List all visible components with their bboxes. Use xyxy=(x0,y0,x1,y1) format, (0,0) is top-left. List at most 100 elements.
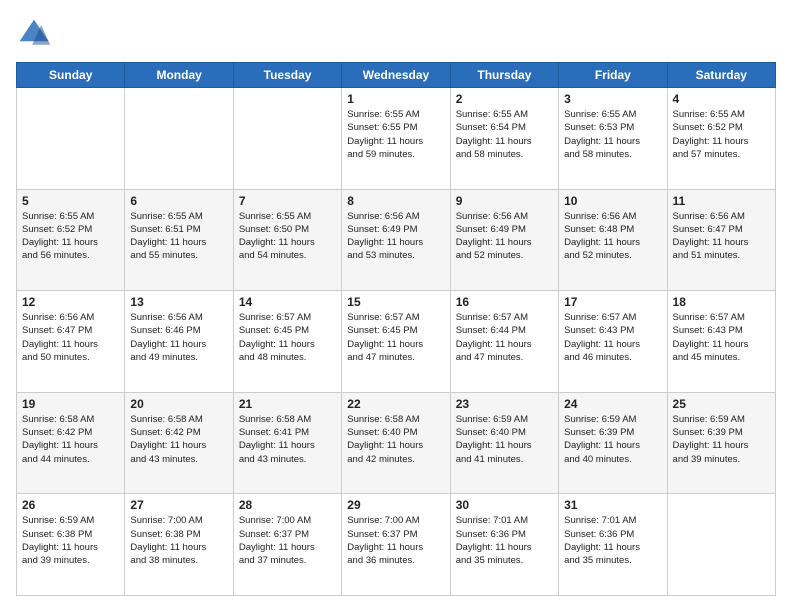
week-row-5: 26Sunrise: 6:59 AM Sunset: 6:38 PM Dayli… xyxy=(17,494,776,596)
day-info: Sunrise: 6:57 AM Sunset: 6:45 PM Dayligh… xyxy=(347,311,444,364)
day-info: Sunrise: 7:01 AM Sunset: 6:36 PM Dayligh… xyxy=(456,514,553,567)
calendar-cell: 24 Sunrise: 6:59 AM Sunset: 6:39 PM Dayli… xyxy=(559,392,667,494)
day-number: 20 xyxy=(130,397,227,411)
day-number: 7 xyxy=(239,194,336,208)
day-number: 3 xyxy=(564,92,661,106)
calendar-cell: 11 Sunrise: 6:56 AM Sunset: 6:47 PM Dayli… xyxy=(667,189,775,291)
calendar-cell: 19 Sunrise: 6:58 AM Sunset: 6:42 PM Dayli… xyxy=(17,392,125,494)
week-row-1: 1Sunrise: 6:55 AM Sunset: 6:55 PM Daylig… xyxy=(17,88,776,190)
day-header-monday: Monday xyxy=(125,63,233,88)
calendar-cell: 21 Sunrise: 6:58 AM Sunset: 6:41 PM Dayli… xyxy=(233,392,341,494)
calendar-cell: 8 Sunrise: 6:56 AM Sunset: 6:49 PM Daylig… xyxy=(342,189,450,291)
calendar-cell: 29 Sunrise: 7:00 AM Sunset: 6:37 PM Dayli… xyxy=(342,494,450,596)
calendar-cell: 28Sunrise: 7:00 AM Sunset: 6:37 PM Dayli… xyxy=(233,494,341,596)
calendar-cell: 25Sunrise: 6:59 AM Sunset: 6:39 PM Dayli… xyxy=(667,392,775,494)
calendar-cell: 30 Sunrise: 7:01 AM Sunset: 6:36 PM Dayli… xyxy=(450,494,558,596)
day-number: 30 xyxy=(456,498,553,512)
calendar-cell: 9Sunrise: 6:56 AM Sunset: 6:49 PM Daylig… xyxy=(450,189,558,291)
day-number: 21 xyxy=(239,397,336,411)
calendar-cell: 12 Sunrise: 6:56 AM Sunset: 6:47 PM Dayli… xyxy=(17,291,125,393)
header xyxy=(16,16,776,52)
day-number: 24 xyxy=(564,397,661,411)
day-info: Sunrise: 6:55 AM Sunset: 6:52 PM Dayligh… xyxy=(22,210,119,263)
calendar-cell: 26Sunrise: 6:59 AM Sunset: 6:38 PM Dayli… xyxy=(17,494,125,596)
day-info: Sunrise: 7:00 AM Sunset: 6:38 PM Dayligh… xyxy=(130,514,227,567)
day-info: Sunrise: 6:56 AM Sunset: 6:48 PM Dayligh… xyxy=(564,210,661,263)
logo xyxy=(16,16,56,52)
calendar-cell: 20 Sunrise: 6:58 AM Sunset: 6:42 PM Dayli… xyxy=(125,392,233,494)
day-info: Sunrise: 6:55 AM Sunset: 6:52 PM Dayligh… xyxy=(673,108,770,161)
day-info: Sunrise: 6:55 AM Sunset: 6:55 PM Dayligh… xyxy=(347,108,444,161)
day-info: Sunrise: 6:56 AM Sunset: 6:49 PM Dayligh… xyxy=(347,210,444,263)
header-row: SundayMondayTuesdayWednesdayThursdayFrid… xyxy=(17,63,776,88)
calendar-table: SundayMondayTuesdayWednesdayThursdayFrid… xyxy=(16,62,776,596)
day-info: Sunrise: 6:59 AM Sunset: 6:39 PM Dayligh… xyxy=(673,413,770,466)
day-number: 8 xyxy=(347,194,444,208)
day-header-thursday: Thursday xyxy=(450,63,558,88)
day-info: Sunrise: 6:57 AM Sunset: 6:43 PM Dayligh… xyxy=(673,311,770,364)
day-number: 11 xyxy=(673,194,770,208)
day-info: Sunrise: 7:00 AM Sunset: 6:37 PM Dayligh… xyxy=(347,514,444,567)
calendar-cell: 7Sunrise: 6:55 AM Sunset: 6:50 PM Daylig… xyxy=(233,189,341,291)
day-number: 14 xyxy=(239,295,336,309)
day-info: Sunrise: 6:56 AM Sunset: 6:47 PM Dayligh… xyxy=(673,210,770,263)
calendar-cell: 18 Sunrise: 6:57 AM Sunset: 6:43 PM Dayli… xyxy=(667,291,775,393)
day-info: Sunrise: 6:55 AM Sunset: 6:51 PM Dayligh… xyxy=(130,210,227,263)
day-info: Sunrise: 6:58 AM Sunset: 6:41 PM Dayligh… xyxy=(239,413,336,466)
week-row-2: 5Sunrise: 6:55 AM Sunset: 6:52 PM Daylig… xyxy=(17,189,776,291)
calendar-cell: 17 Sunrise: 6:57 AM Sunset: 6:43 PM Dayli… xyxy=(559,291,667,393)
day-header-wednesday: Wednesday xyxy=(342,63,450,88)
day-number: 13 xyxy=(130,295,227,309)
day-info: Sunrise: 6:59 AM Sunset: 6:39 PM Dayligh… xyxy=(564,413,661,466)
calendar-cell xyxy=(667,494,775,596)
calendar-cell xyxy=(233,88,341,190)
calendar-cell: 22 Sunrise: 6:58 AM Sunset: 6:40 PM Dayli… xyxy=(342,392,450,494)
calendar-cell: 10 Sunrise: 6:56 AM Sunset: 6:48 PM Dayli… xyxy=(559,189,667,291)
calendar-cell xyxy=(17,88,125,190)
day-info: Sunrise: 6:58 AM Sunset: 6:40 PM Dayligh… xyxy=(347,413,444,466)
day-number: 19 xyxy=(22,397,119,411)
day-info: Sunrise: 6:58 AM Sunset: 6:42 PM Dayligh… xyxy=(22,413,119,466)
day-info: Sunrise: 6:56 AM Sunset: 6:49 PM Dayligh… xyxy=(456,210,553,263)
day-number: 16 xyxy=(456,295,553,309)
calendar-cell: 16Sunrise: 6:57 AM Sunset: 6:44 PM Dayli… xyxy=(450,291,558,393)
day-info: Sunrise: 6:57 AM Sunset: 6:43 PM Dayligh… xyxy=(564,311,661,364)
day-number: 18 xyxy=(673,295,770,309)
page: SundayMondayTuesdayWednesdayThursdayFrid… xyxy=(0,0,792,612)
calendar-cell: 27 Sunrise: 7:00 AM Sunset: 6:38 PM Dayli… xyxy=(125,494,233,596)
calendar-cell: 15 Sunrise: 6:57 AM Sunset: 6:45 PM Dayli… xyxy=(342,291,450,393)
calendar-cell: 3 Sunrise: 6:55 AM Sunset: 6:53 PM Daylig… xyxy=(559,88,667,190)
day-number: 12 xyxy=(22,295,119,309)
calendar-cell: 13 Sunrise: 6:56 AM Sunset: 6:46 PM Dayli… xyxy=(125,291,233,393)
day-info: Sunrise: 6:59 AM Sunset: 6:38 PM Dayligh… xyxy=(22,514,119,567)
day-header-friday: Friday xyxy=(559,63,667,88)
calendar-cell: 23 Sunrise: 6:59 AM Sunset: 6:40 PM Dayli… xyxy=(450,392,558,494)
day-number: 10 xyxy=(564,194,661,208)
calendar-cell: 1Sunrise: 6:55 AM Sunset: 6:55 PM Daylig… xyxy=(342,88,450,190)
day-info: Sunrise: 6:55 AM Sunset: 6:54 PM Dayligh… xyxy=(456,108,553,161)
calendar-cell: 31Sunrise: 7:01 AM Sunset: 6:36 PM Dayli… xyxy=(559,494,667,596)
calendar-cell: 6 Sunrise: 6:55 AM Sunset: 6:51 PM Daylig… xyxy=(125,189,233,291)
day-header-saturday: Saturday xyxy=(667,63,775,88)
day-info: Sunrise: 6:55 AM Sunset: 6:53 PM Dayligh… xyxy=(564,108,661,161)
day-number: 17 xyxy=(564,295,661,309)
day-number: 15 xyxy=(347,295,444,309)
calendar-cell: 2 Sunrise: 6:55 AM Sunset: 6:54 PM Daylig… xyxy=(450,88,558,190)
day-header-tuesday: Tuesday xyxy=(233,63,341,88)
week-row-3: 12 Sunrise: 6:56 AM Sunset: 6:47 PM Dayli… xyxy=(17,291,776,393)
day-info: Sunrise: 6:56 AM Sunset: 6:46 PM Dayligh… xyxy=(130,311,227,364)
day-number: 23 xyxy=(456,397,553,411)
day-info: Sunrise: 6:59 AM Sunset: 6:40 PM Dayligh… xyxy=(456,413,553,466)
day-number: 31 xyxy=(564,498,661,512)
calendar-cell xyxy=(125,88,233,190)
day-number: 22 xyxy=(347,397,444,411)
day-number: 2 xyxy=(456,92,553,106)
day-header-sunday: Sunday xyxy=(17,63,125,88)
day-number: 6 xyxy=(130,194,227,208)
day-info: Sunrise: 7:00 AM Sunset: 6:37 PM Dayligh… xyxy=(239,514,336,567)
day-number: 29 xyxy=(347,498,444,512)
calendar-cell: 14Sunrise: 6:57 AM Sunset: 6:45 PM Dayli… xyxy=(233,291,341,393)
day-info: Sunrise: 6:56 AM Sunset: 6:47 PM Dayligh… xyxy=(22,311,119,364)
day-info: Sunrise: 6:58 AM Sunset: 6:42 PM Dayligh… xyxy=(130,413,227,466)
day-number: 27 xyxy=(130,498,227,512)
